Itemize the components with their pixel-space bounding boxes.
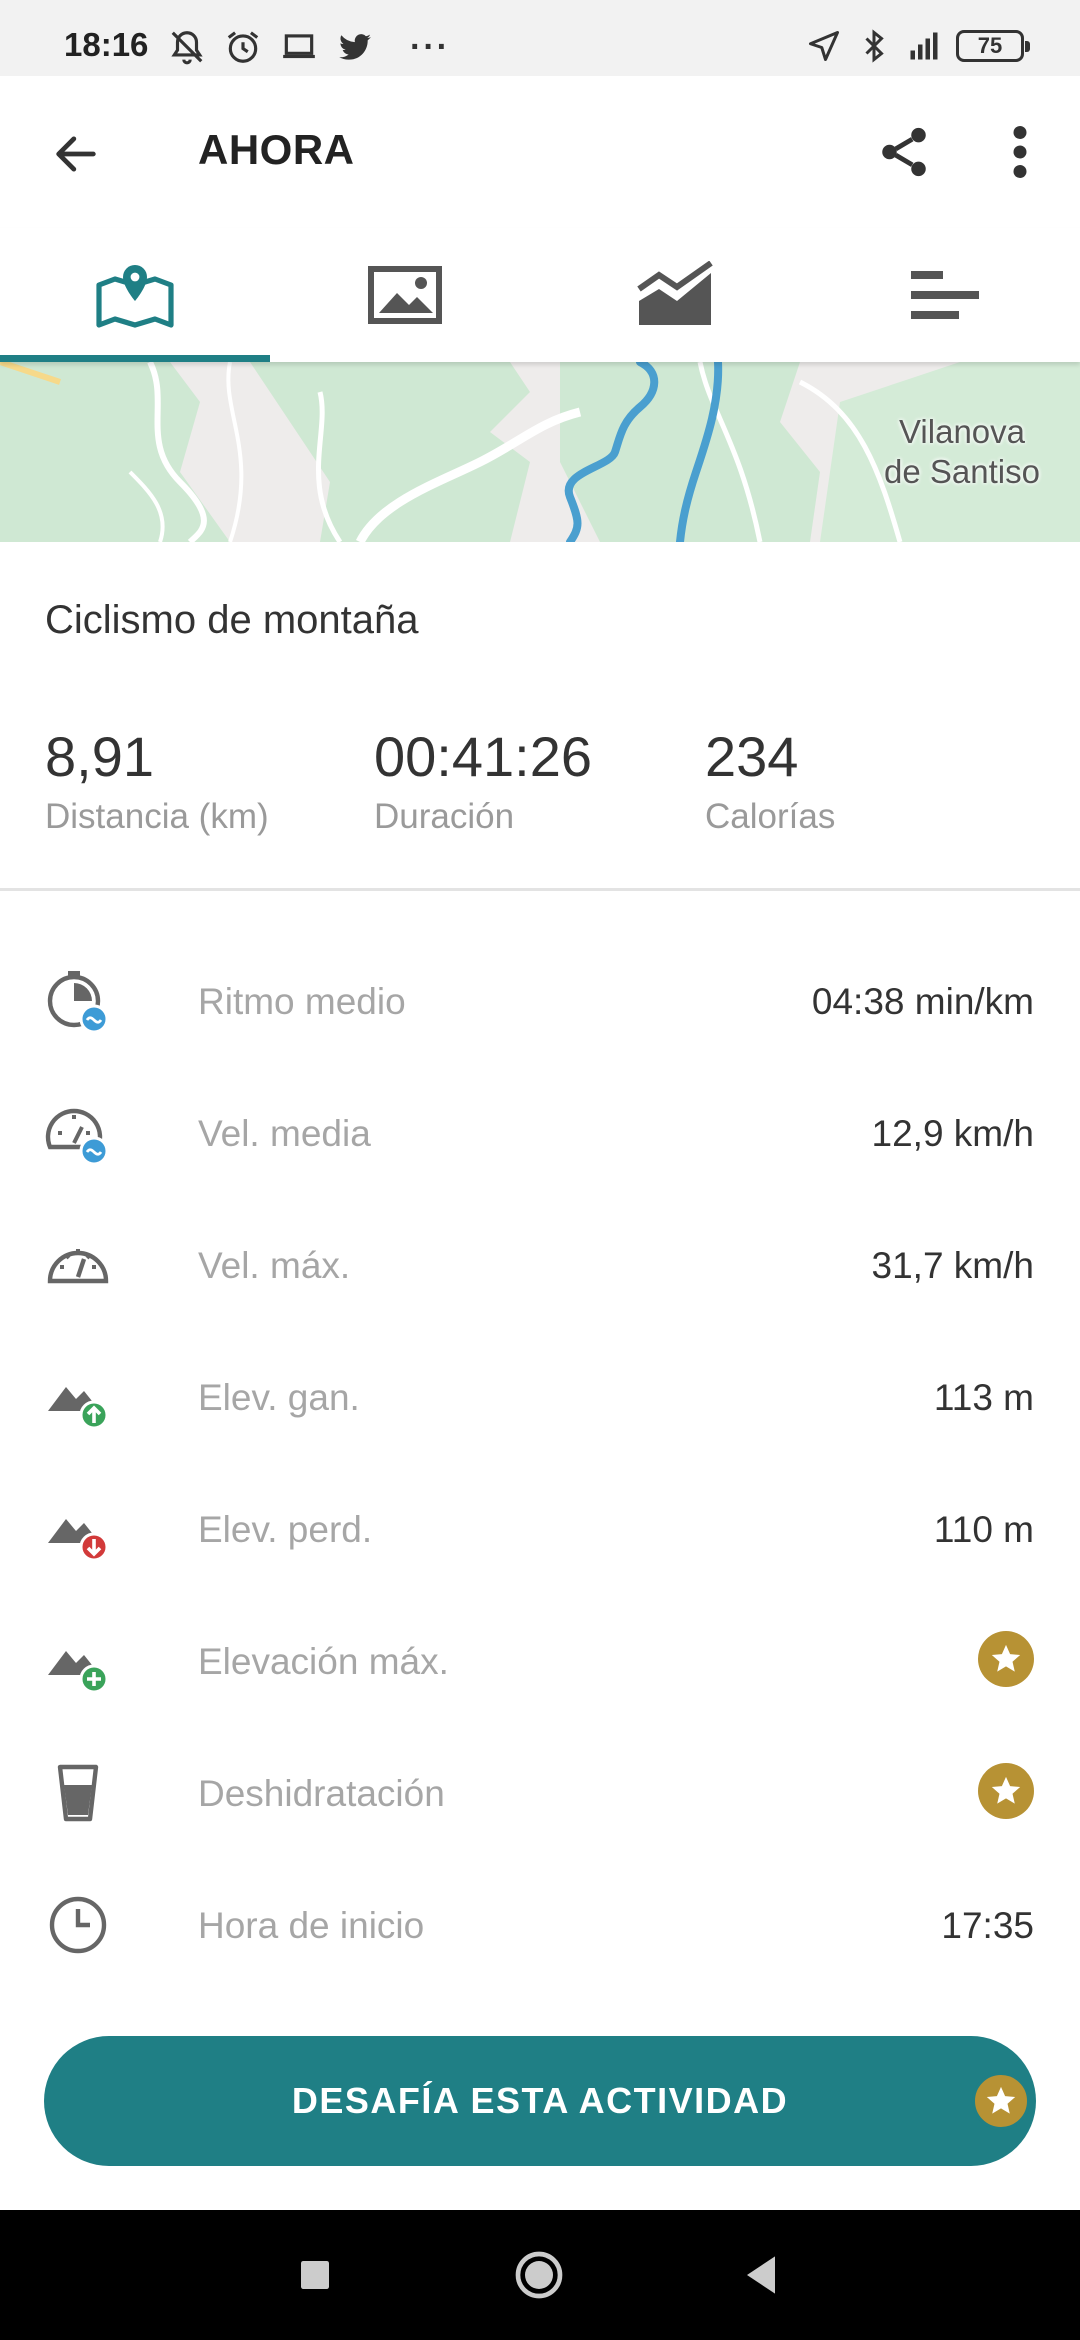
clock-icon [44,1891,112,1959]
premium-star-icon[interactable] [978,1763,1034,1819]
tab-laps[interactable] [810,228,1080,362]
more-vert-icon [1013,126,1027,178]
image-icon [368,266,442,324]
map-place-line2: de Santiso [884,453,1040,490]
bars-icon [911,271,979,319]
status-bar: 18:16 ··· 75 [0,0,1080,76]
metric-value: 04:38 min/km [811,981,1034,1022]
glass-icon [44,1759,112,1827]
metric-label: Hora de inicio [198,1905,425,1946]
metric-label: Elev. perd. [198,1509,373,1550]
metric-row-max-speed: Vel. máx. 31,7 km/h [0,1201,1080,1333]
summary-label: Distancia (km) [45,797,269,836]
arrow-left-icon [56,136,96,172]
alarm-icon [227,31,259,63]
summary-label: Duración [374,797,515,836]
summary-stats: 8,91 Distancia (km) 00:41:26 Duración 23… [0,725,1080,890]
metric-value: 12,9 km/h [871,1113,1034,1154]
status-right-icons: 75 [806,28,1030,64]
page-title: AHORA [198,126,355,173]
metric-row-elev-loss: Elev. perd. 110 m [0,1465,1080,1597]
metric-value: 113 m [933,1377,1034,1418]
metrics-list: Ritmo medio 04:38 min/km Vel. media 12,9… [0,937,1080,1993]
twitter-icon [339,34,371,60]
silent-icon [171,31,203,65]
summary-label: Calorías [705,797,836,836]
metric-row-avg-speed: Vel. media 12,9 km/h [0,1069,1080,1201]
summary-calories: 234 Calorías [705,725,835,837]
summary-value: 8,91 [45,725,154,788]
metric-label: Deshidratación [198,1773,445,1814]
map-place-line1: Vilanova [899,413,1026,450]
triangle-back-icon [747,2256,775,2294]
avg-speed-icon [44,1099,112,1167]
metric-row-elev-max[interactable]: Elevación máx. [0,1597,1080,1729]
premium-star-icon [972,2072,1030,2130]
elevation-max-icon [44,1627,112,1695]
divider [0,888,1080,891]
recents-button[interactable] [280,2240,350,2310]
summary-distance: 8,91 Distancia (km) [45,725,269,837]
metric-value: 110 m [933,1509,1034,1550]
status-left-icons: ··· [168,28,450,66]
app-bar: AHORA [0,76,1080,228]
metric-value: 17:35 [941,1905,1034,1946]
status-time: 18:16 [64,26,149,63]
speedometer-icon [44,1231,112,1299]
map-place-label: Vilanova de Santiso [884,412,1040,492]
metric-label: Elevación máx. [198,1641,449,1682]
tab-map[interactable] [0,228,270,362]
laptop-icon [283,34,315,59]
elevation-gain-icon [44,1363,112,1431]
signal-icon [910,32,938,60]
summary-duration: 00:41:26 Duración [374,725,592,837]
back-button[interactable] [40,118,112,190]
tab-bar [0,228,1080,362]
more-options-button[interactable] [984,116,1056,188]
metric-label: Ritmo medio [198,981,406,1022]
share-button[interactable] [868,116,940,188]
summary-value: 00:41:26 [374,725,592,788]
home-circle-icon [515,2251,563,2299]
premium-star-icon[interactable] [978,1631,1034,1687]
route-map[interactable]: Vilanova de Santiso [0,362,1080,542]
share-icon [882,127,926,177]
metric-label: Vel. media [198,1113,371,1154]
location-icon [809,31,839,61]
metric-row-dehydration[interactable]: Deshidratación [0,1729,1080,1861]
metric-value: 31,7 km/h [871,1245,1034,1286]
system-nav-bar [0,2210,1080,2340]
status-more-indicator: ··· [410,28,450,66]
square-icon [301,2261,329,2289]
summary-value: 234 [705,725,799,788]
tab-graphs[interactable] [540,228,810,362]
metric-row-pace: Ritmo medio 04:38 min/km [0,937,1080,1069]
sport-type: Ciclismo de montaña [45,598,419,642]
challenge-activity-button[interactable]: DESAFÍA ESTA ACTIVIDAD [44,2036,1036,2166]
metric-label: Vel. máx. [198,1245,351,1286]
cta-label: DESAFÍA ESTA ACTIVIDAD [291,2080,789,2121]
chart-icon [637,261,713,325]
metric-row-start-time: Hora de inicio 17:35 [0,1861,1080,1993]
home-button[interactable] [504,2240,574,2310]
battery-icon: 75 [956,30,1030,62]
bluetooth-icon [865,29,884,63]
metric-row-elev-gain: Elev. gan. 113 m [0,1333,1080,1465]
elevation-loss-icon [44,1495,112,1563]
back-nav-button[interactable] [726,2240,796,2310]
tab-photos[interactable] [270,228,540,362]
map-pin-icon [96,265,174,328]
metric-label: Elev. gan. [198,1377,360,1418]
pace-icon [44,967,112,1035]
